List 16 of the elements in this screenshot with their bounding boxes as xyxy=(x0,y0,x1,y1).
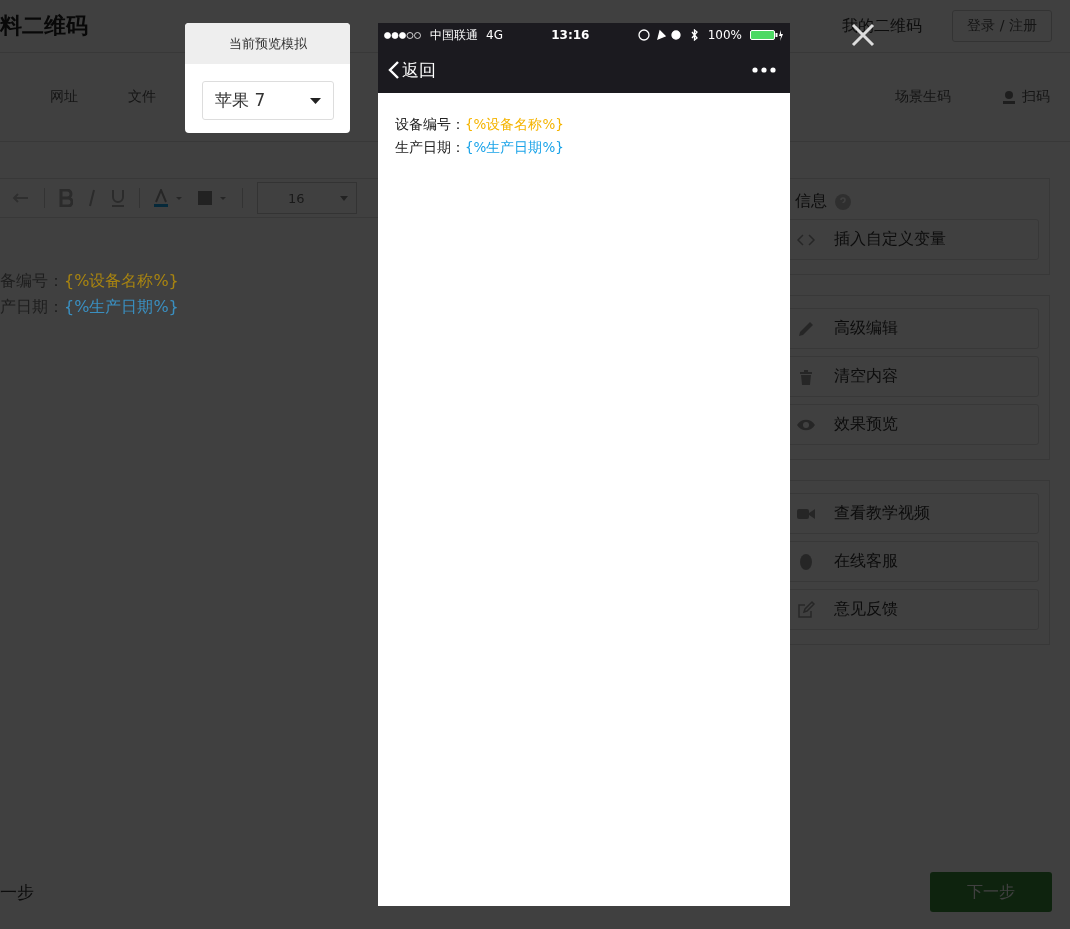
battery-text: 100% xyxy=(707,28,742,42)
status-icons-drawing xyxy=(637,29,700,41)
preview-title: 当前预览模拟 xyxy=(185,23,350,64)
network-text: 4G xyxy=(486,28,503,42)
more-icon xyxy=(752,67,776,73)
clock-text: 13:16 xyxy=(551,28,590,42)
battery-icon xyxy=(750,29,784,41)
site-logo: 料二维码 xyxy=(0,12,88,40)
carrier-text: 中国联通 xyxy=(430,26,478,44)
preview-line: 生产日期：{%生产日期%} xyxy=(395,138,565,157)
chevron-left-icon xyxy=(388,60,400,80)
back-link[interactable]: 返回 xyxy=(388,58,436,82)
signal-icon xyxy=(384,31,422,39)
caret-icon xyxy=(310,97,321,104)
preview-line: 设备编号：{%设备名称%} xyxy=(395,115,565,134)
device-select[interactable]: 苹果 7 xyxy=(202,81,334,120)
